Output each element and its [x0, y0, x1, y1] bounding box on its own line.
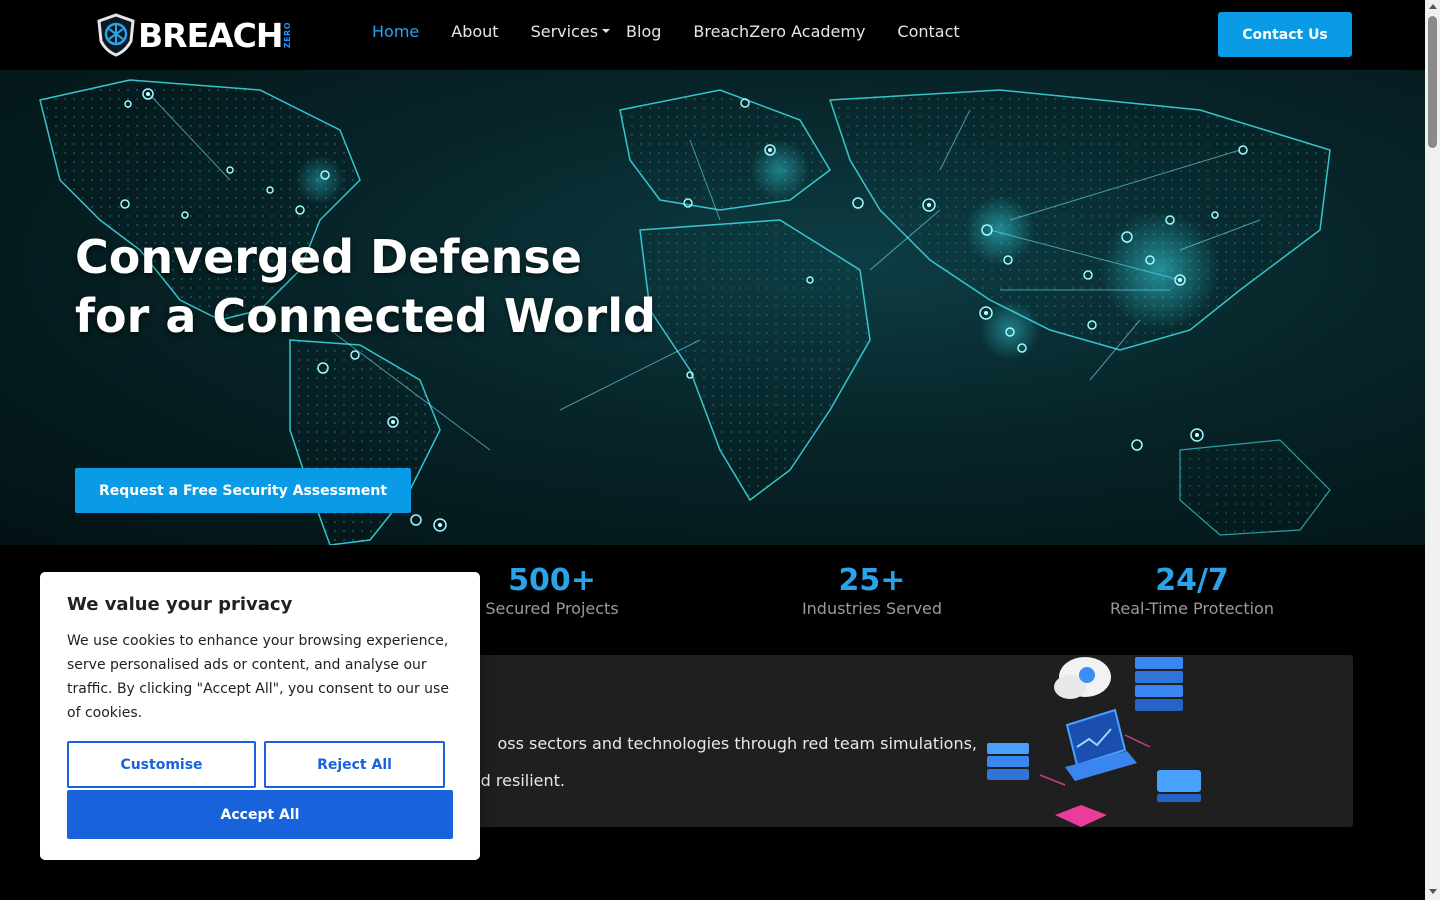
cloud-icon: [1054, 657, 1111, 699]
shield-logo-icon: [97, 13, 135, 57]
laptop-icon: [1065, 708, 1137, 781]
top-navigation: BREACH ZERO Home About Services Blog Bre…: [0, 0, 1425, 70]
scroll-thumb[interactable]: [1428, 16, 1437, 148]
nav-contact[interactable]: Contact: [897, 22, 959, 41]
logo-subtext: ZERO: [283, 21, 293, 49]
logo[interactable]: BREACH ZERO: [96, 12, 292, 58]
nav-about[interactable]: About: [451, 22, 498, 41]
contact-us-button[interactable]: Contact Us: [1218, 12, 1352, 57]
accept-all-button[interactable]: Accept All: [67, 790, 453, 839]
chip-icon: [1157, 770, 1201, 802]
hero-title: Converged Defense for a Connected World: [75, 228, 656, 346]
nav-academy[interactable]: BreachZero Academy: [693, 22, 865, 41]
cookie-body: We use cookies to enhance your browsing …: [67, 633, 449, 721]
cookie-consent-dialog: We value your privacy We use cookies to …: [40, 572, 480, 860]
cookie-title: We value your privacy: [67, 594, 293, 615]
nav-blog[interactable]: Blog: [626, 22, 661, 41]
nav-services[interactable]: Services: [530, 22, 611, 41]
stat-label: Industries Served: [801, 599, 943, 618]
cloud-network-illustration: [987, 657, 1201, 827]
stat-value: 25+: [838, 563, 906, 598]
about-card: oss sectors and technologies through red…: [395, 655, 1353, 827]
about-text-line1: oss sectors and technologies through red…: [497, 734, 977, 753]
reject-all-button[interactable]: Reject All: [264, 741, 445, 788]
nav-services-label: Services: [530, 22, 599, 41]
scroll-down-arrow-icon[interactable]: [1429, 889, 1437, 894]
server-stack-icon: [1135, 657, 1183, 711]
nav-links: Home About Services Blog BreachZero Acad…: [372, 22, 992, 41]
page-scrollbar[interactable]: [1425, 0, 1440, 900]
server-stack-left-icon: [987, 743, 1029, 780]
hero-section: Converged Defense for a Connected World …: [0, 70, 1425, 545]
stat-label: Real-Time Protection: [1110, 599, 1274, 618]
hero-title-line1: Converged Defense: [75, 230, 582, 284]
stat-industries-served: 25+ Industries Served: [752, 563, 992, 619]
logo-text: BREACH: [138, 15, 283, 55]
scroll-up-arrow-icon[interactable]: [1429, 4, 1437, 9]
stat-value: 24/7: [1155, 563, 1229, 598]
caret-down-icon: [602, 28, 611, 33]
stat-real-time-protection: 24/7 Real-Time Protection: [1072, 563, 1312, 619]
customise-button[interactable]: Customise: [67, 741, 256, 788]
nav-home[interactable]: Home: [372, 22, 419, 41]
free-assessment-button[interactable]: Request a Free Security Assessment: [75, 468, 411, 513]
hero-title-line2: for a Connected World: [75, 289, 656, 343]
